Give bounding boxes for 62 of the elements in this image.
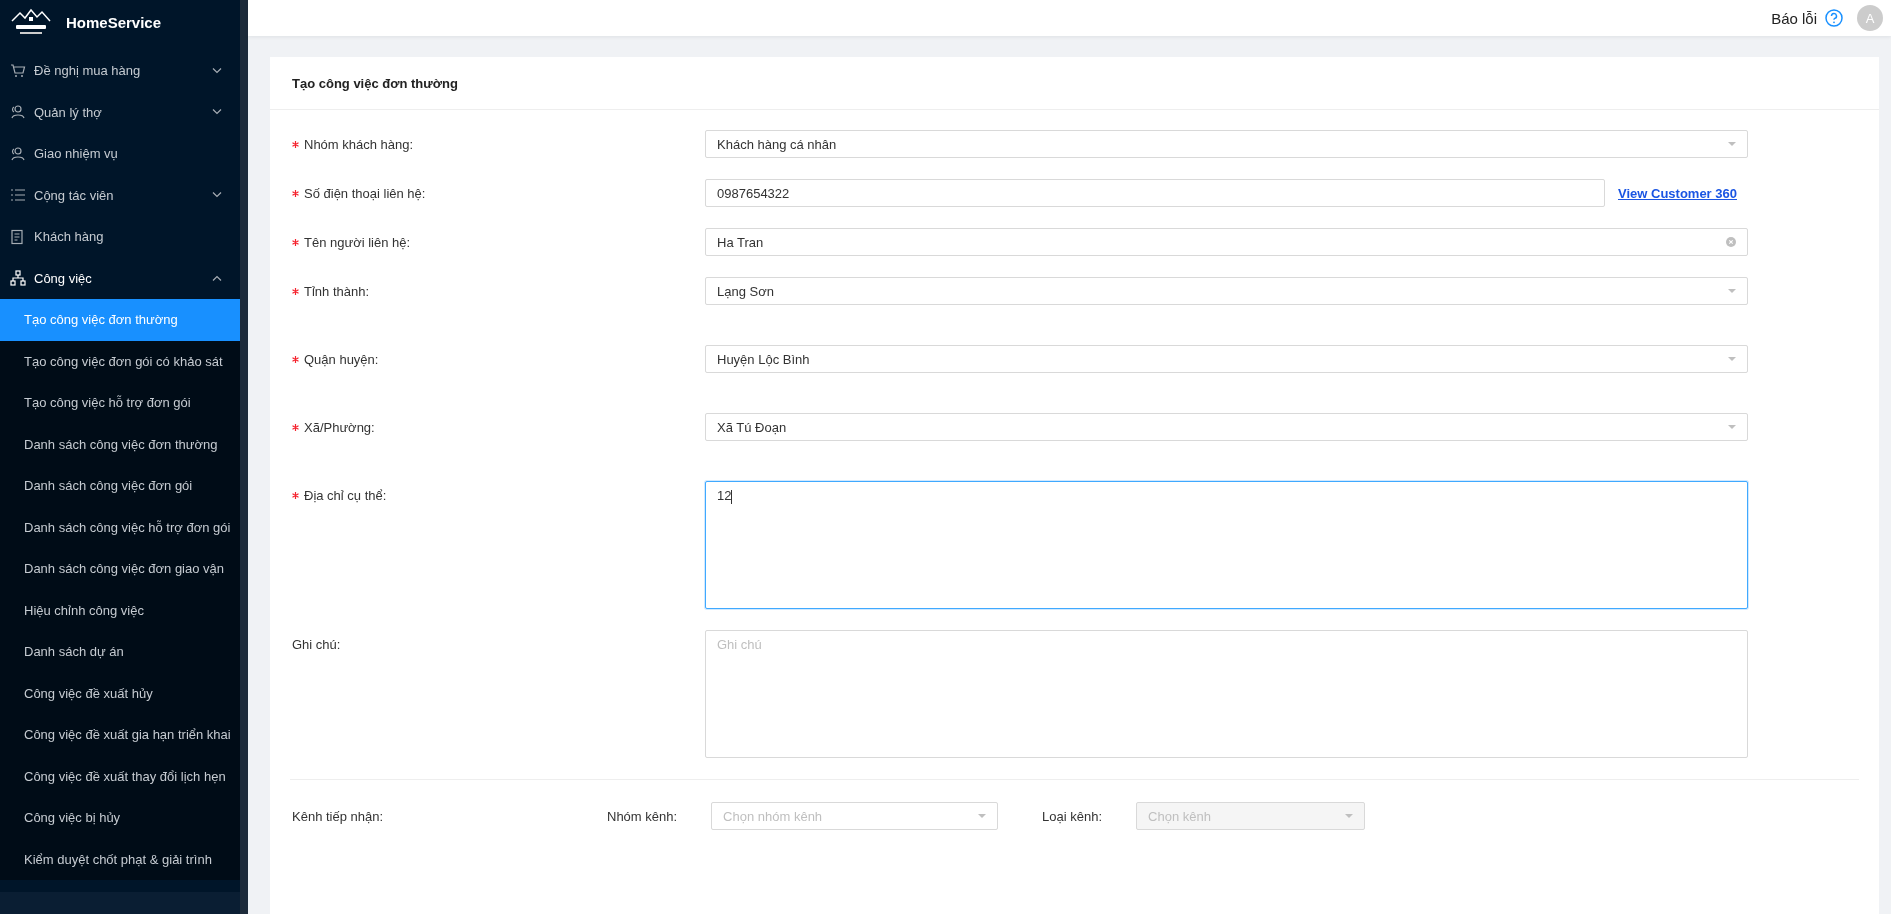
- clear-icon: [1726, 237, 1736, 247]
- submenu-item[interactable]: Danh sách dự án: [0, 631, 240, 673]
- field-label: Tên người liên hệ:: [304, 235, 411, 250]
- field-label: Số điện thoại liên hệ:: [304, 186, 426, 201]
- caret-down-icon: [978, 814, 987, 818]
- cart-icon: [10, 62, 26, 79]
- field-label: Ghi chú:: [292, 637, 341, 652]
- select-field[interactable]: Lạng Sơn: [705, 277, 1748, 305]
- input-field[interactable]: 0987654322: [705, 179, 1605, 207]
- submenu-item[interactable]: Công việc đề xuất gia hạn triển khai: [0, 714, 240, 756]
- field-label: Nhóm kênh:: [607, 808, 678, 824]
- select-field[interactable]: Xã Tú Đoạn: [705, 413, 1748, 441]
- field-label: Loại kênh:: [1042, 808, 1103, 824]
- caret-down-icon: [1728, 425, 1736, 429]
- sidebar-item-label: Giao nhiệm vụ: [34, 146, 119, 162]
- submenu-item[interactable]: Danh sách công việc đơn gói: [0, 465, 240, 507]
- document-icon: [10, 228, 26, 245]
- caret-down-icon: [1728, 289, 1736, 293]
- submenu-item[interactable]: Hiệu chỉnh công việc: [0, 589, 240, 631]
- sidebar-item[interactable]: Giao nhiệm vụ: [0, 133, 240, 175]
- select-field[interactable]: Khách hàng cá nhân: [705, 130, 1748, 158]
- field-label: Kênh tiếp nhận:: [292, 808, 385, 824]
- sidebar-item-label: Khách hàng: [34, 229, 105, 245]
- submenu-item[interactable]: Tạo công việc hỗ trợ đơn gói: [0, 382, 240, 424]
- user-icon: [10, 104, 26, 121]
- caret-down-icon: [1728, 142, 1736, 146]
- list-icon: [10, 187, 26, 204]
- sidebar-item[interactable]: Quản lý thợ: [0, 91, 240, 133]
- form-title: Tạo công việc đơn thường: [292, 75, 458, 91]
- sidebar-item-label: Đề nghị mua hàng: [34, 63, 142, 79]
- app-name: HomeService: [66, 13, 162, 31]
- submenu-item[interactable]: Danh sách công việc hỗ trợ đơn gói: [0, 506, 240, 548]
- user-icon: [10, 145, 26, 162]
- sidebar-item[interactable]: Công việc: [0, 257, 240, 299]
- sidebar-item[interactable]: Khách hàng: [0, 216, 240, 258]
- caret-down-icon: [1728, 357, 1736, 361]
- submenu-item[interactable]: Công việc đề xuất hủy: [0, 672, 240, 714]
- field-label: Xã/Phường:: [304, 420, 375, 435]
- submenu-item[interactable]: Kiểm duyệt chốt phạt & giải trình: [0, 838, 240, 880]
- field-label: Nhóm khách hàng:: [304, 137, 414, 152]
- field-label: Quận huyện:: [304, 352, 379, 367]
- field-label: Tỉnh thành:: [304, 284, 370, 299]
- field-label: Địa chỉ cụ thể:: [304, 488, 387, 503]
- logo-icon: [10, 7, 52, 37]
- sidebar-item-label: Công việc: [34, 270, 93, 286]
- view-customer-link[interactable]: View Customer 360: [1618, 185, 1737, 201]
- select-field[interactable]: Huyện Lộc Bình: [705, 345, 1748, 373]
- caret-down-icon: [1345, 814, 1354, 818]
- report-link[interactable]: Báo lỗi: [1771, 9, 1817, 27]
- text-area[interactable]: 12: [705, 481, 1748, 609]
- submenu-item[interactable]: Danh sách công việc đơn giao vận: [0, 548, 240, 590]
- sidebar-item-label: Quản lý thợ: [34, 104, 103, 120]
- hierarchy-icon: [10, 270, 26, 287]
- sidebar-item[interactable]: Cộng tác viên: [0, 174, 240, 216]
- sidebar-item-label: Cộng tác viên: [34, 187, 115, 203]
- submenu-item[interactable]: Tạo công việc đơn gói có khảo sát: [0, 340, 240, 382]
- sidebar-item[interactable]: Đề nghị mua hàng: [0, 50, 240, 92]
- submenu-item[interactable]: Công việc đề xuất thay đổi lịch hẹn: [0, 755, 240, 797]
- input-field[interactable]: Ha Tran: [705, 228, 1748, 256]
- help-icon[interactable]: [1825, 9, 1843, 27]
- submenu-item[interactable]: Danh sách công việc đơn thường: [0, 423, 240, 465]
- submenu-item[interactable]: Công việc bị hủy: [0, 797, 240, 839]
